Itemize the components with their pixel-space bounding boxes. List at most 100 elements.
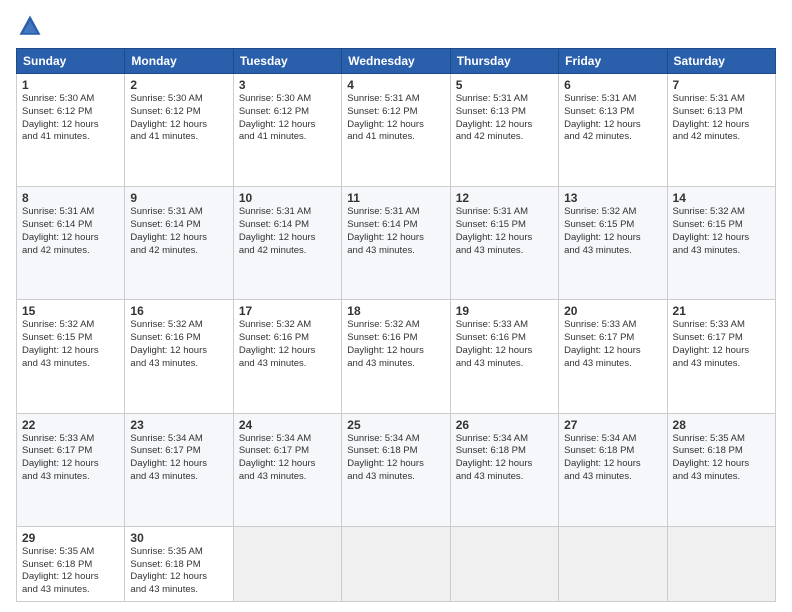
day-info: Sunrise: 5:30 AM Sunset: 6:12 PM Dayligh… [22,93,119,144]
day-number: 7 [673,78,770,92]
calendar-cell: 1Sunrise: 5:30 AM Sunset: 6:12 PM Daylig… [17,74,125,187]
weekday-saturday: Saturday [667,49,775,74]
week-row-1: 1Sunrise: 5:30 AM Sunset: 6:12 PM Daylig… [17,74,776,187]
day-info: Sunrise: 5:31 AM Sunset: 6:14 PM Dayligh… [22,206,119,257]
weekday-friday: Friday [559,49,667,74]
calendar-cell [342,526,450,601]
day-info: Sunrise: 5:31 AM Sunset: 6:14 PM Dayligh… [239,206,336,257]
day-info: Sunrise: 5:34 AM Sunset: 6:18 PM Dayligh… [564,433,661,484]
day-number: 22 [22,418,119,432]
day-number: 8 [22,191,119,205]
calendar-cell: 4Sunrise: 5:31 AM Sunset: 6:12 PM Daylig… [342,74,450,187]
week-row-2: 8Sunrise: 5:31 AM Sunset: 6:14 PM Daylig… [17,187,776,300]
calendar-cell [450,526,558,601]
day-info: Sunrise: 5:34 AM Sunset: 6:18 PM Dayligh… [456,433,553,484]
calendar-cell: 22Sunrise: 5:33 AM Sunset: 6:17 PM Dayli… [17,413,125,526]
calendar-cell: 27Sunrise: 5:34 AM Sunset: 6:18 PM Dayli… [559,413,667,526]
calendar-cell: 8Sunrise: 5:31 AM Sunset: 6:14 PM Daylig… [17,187,125,300]
calendar-table: SundayMondayTuesdayWednesdayThursdayFrid… [16,48,776,602]
day-info: Sunrise: 5:33 AM Sunset: 6:17 PM Dayligh… [22,433,119,484]
day-info: Sunrise: 5:31 AM Sunset: 6:13 PM Dayligh… [456,93,553,144]
day-number: 30 [130,531,227,545]
day-info: Sunrise: 5:32 AM Sunset: 6:15 PM Dayligh… [673,206,770,257]
calendar-cell [559,526,667,601]
day-number: 20 [564,304,661,318]
calendar-cell: 13Sunrise: 5:32 AM Sunset: 6:15 PM Dayli… [559,187,667,300]
calendar-cell: 12Sunrise: 5:31 AM Sunset: 6:15 PM Dayli… [450,187,558,300]
logo [16,12,48,40]
week-row-4: 22Sunrise: 5:33 AM Sunset: 6:17 PM Dayli… [17,413,776,526]
day-number: 19 [456,304,553,318]
day-info: Sunrise: 5:31 AM Sunset: 6:14 PM Dayligh… [347,206,444,257]
calendar-cell [667,526,775,601]
calendar-cell: 9Sunrise: 5:31 AM Sunset: 6:14 PM Daylig… [125,187,233,300]
day-info: Sunrise: 5:34 AM Sunset: 6:17 PM Dayligh… [239,433,336,484]
calendar-cell: 19Sunrise: 5:33 AM Sunset: 6:16 PM Dayli… [450,300,558,413]
day-number: 10 [239,191,336,205]
calendar-cell: 23Sunrise: 5:34 AM Sunset: 6:17 PM Dayli… [125,413,233,526]
day-number: 21 [673,304,770,318]
day-number: 2 [130,78,227,92]
calendar-cell: 21Sunrise: 5:33 AM Sunset: 6:17 PM Dayli… [667,300,775,413]
day-info: Sunrise: 5:33 AM Sunset: 6:17 PM Dayligh… [673,319,770,370]
calendar-cell: 3Sunrise: 5:30 AM Sunset: 6:12 PM Daylig… [233,74,341,187]
day-info: Sunrise: 5:32 AM Sunset: 6:16 PM Dayligh… [347,319,444,370]
day-info: Sunrise: 5:32 AM Sunset: 6:16 PM Dayligh… [130,319,227,370]
day-info: Sunrise: 5:31 AM Sunset: 6:13 PM Dayligh… [673,93,770,144]
day-info: Sunrise: 5:35 AM Sunset: 6:18 PM Dayligh… [130,546,227,597]
day-number: 3 [239,78,336,92]
calendar-cell: 2Sunrise: 5:30 AM Sunset: 6:12 PM Daylig… [125,74,233,187]
day-number: 16 [130,304,227,318]
calendar-cell: 24Sunrise: 5:34 AM Sunset: 6:17 PM Dayli… [233,413,341,526]
calendar-cell: 11Sunrise: 5:31 AM Sunset: 6:14 PM Dayli… [342,187,450,300]
day-number: 29 [22,531,119,545]
calendar-cell: 30Sunrise: 5:35 AM Sunset: 6:18 PM Dayli… [125,526,233,601]
day-info: Sunrise: 5:32 AM Sunset: 6:15 PM Dayligh… [564,206,661,257]
day-number: 13 [564,191,661,205]
day-info: Sunrise: 5:33 AM Sunset: 6:17 PM Dayligh… [564,319,661,370]
day-number: 5 [456,78,553,92]
calendar-cell: 18Sunrise: 5:32 AM Sunset: 6:16 PM Dayli… [342,300,450,413]
calendar-cell: 28Sunrise: 5:35 AM Sunset: 6:18 PM Dayli… [667,413,775,526]
day-number: 14 [673,191,770,205]
day-info: Sunrise: 5:34 AM Sunset: 6:17 PM Dayligh… [130,433,227,484]
day-info: Sunrise: 5:31 AM Sunset: 6:12 PM Dayligh… [347,93,444,144]
header [16,12,776,40]
calendar-cell: 6Sunrise: 5:31 AM Sunset: 6:13 PM Daylig… [559,74,667,187]
day-number: 23 [130,418,227,432]
weekday-header-row: SundayMondayTuesdayWednesdayThursdayFrid… [17,49,776,74]
weekday-wednesday: Wednesday [342,49,450,74]
day-number: 1 [22,78,119,92]
day-info: Sunrise: 5:35 AM Sunset: 6:18 PM Dayligh… [22,546,119,597]
weekday-tuesday: Tuesday [233,49,341,74]
day-info: Sunrise: 5:33 AM Sunset: 6:16 PM Dayligh… [456,319,553,370]
week-row-5: 29Sunrise: 5:35 AM Sunset: 6:18 PM Dayli… [17,526,776,601]
calendar-cell: 10Sunrise: 5:31 AM Sunset: 6:14 PM Dayli… [233,187,341,300]
day-info: Sunrise: 5:35 AM Sunset: 6:18 PM Dayligh… [673,433,770,484]
calendar-cell: 20Sunrise: 5:33 AM Sunset: 6:17 PM Dayli… [559,300,667,413]
day-info: Sunrise: 5:32 AM Sunset: 6:15 PM Dayligh… [22,319,119,370]
day-number: 11 [347,191,444,205]
day-info: Sunrise: 5:34 AM Sunset: 6:18 PM Dayligh… [347,433,444,484]
calendar-cell: 16Sunrise: 5:32 AM Sunset: 6:16 PM Dayli… [125,300,233,413]
calendar-cell [233,526,341,601]
day-number: 9 [130,191,227,205]
day-number: 4 [347,78,444,92]
day-number: 6 [564,78,661,92]
calendar-cell: 29Sunrise: 5:35 AM Sunset: 6:18 PM Dayli… [17,526,125,601]
day-number: 17 [239,304,336,318]
day-number: 18 [347,304,444,318]
weekday-sunday: Sunday [17,49,125,74]
weekday-monday: Monday [125,49,233,74]
calendar-cell: 15Sunrise: 5:32 AM Sunset: 6:15 PM Dayli… [17,300,125,413]
day-info: Sunrise: 5:31 AM Sunset: 6:14 PM Dayligh… [130,206,227,257]
day-number: 15 [22,304,119,318]
week-row-3: 15Sunrise: 5:32 AM Sunset: 6:15 PM Dayli… [17,300,776,413]
day-number: 24 [239,418,336,432]
day-info: Sunrise: 5:31 AM Sunset: 6:13 PM Dayligh… [564,93,661,144]
calendar-cell: 5Sunrise: 5:31 AM Sunset: 6:13 PM Daylig… [450,74,558,187]
logo-icon [16,12,44,40]
day-number: 25 [347,418,444,432]
day-info: Sunrise: 5:30 AM Sunset: 6:12 PM Dayligh… [130,93,227,144]
calendar-cell: 7Sunrise: 5:31 AM Sunset: 6:13 PM Daylig… [667,74,775,187]
